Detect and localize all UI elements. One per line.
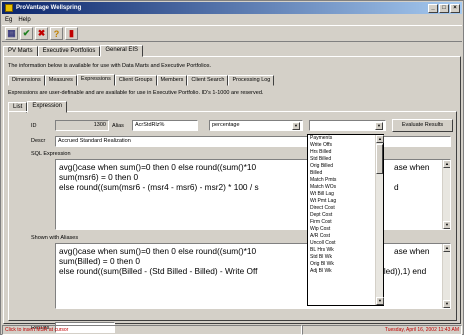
alias-line: sum(Billed) = 0 then 0: [59, 256, 140, 266]
tab-dimensions[interactable]: Dimensions: [8, 75, 45, 86]
sql-expression-label: SQL Expression: [31, 151, 71, 157]
expressions-description: Expressions are user-definable and are a…: [8, 90, 264, 96]
dropdown-item[interactable]: Match WOs: [310, 184, 375, 191]
book-icon[interactable]: ▮: [65, 27, 78, 40]
chevron-down-icon[interactable]: ▼: [375, 122, 383, 130]
description-input[interactable]: Accrued Standard Realization: [55, 136, 451, 147]
alias-line-tail: ase when: [394, 246, 430, 256]
format-value: percentage: [212, 122, 240, 128]
scroll-thumb[interactable]: [376, 144, 383, 174]
sql-line: else round((sum(msr6 - (msr4 - msr6) - m…: [59, 182, 259, 192]
status-hint: Click to insert MSR at cursor: [2, 325, 302, 335]
toolbar: ▦ ✔ ✖ ? ▮: [2, 25, 462, 42]
tab-general-eis[interactable]: General EIS: [100, 45, 144, 57]
measure-dropdown-list[interactable]: Payments Write Offs Hrs Billed Std Billed Or…: [307, 134, 384, 306]
dropdown-item[interactable]: A/R Cost: [310, 233, 375, 240]
scrollbar[interactable]: ▲ ▼: [375, 135, 384, 305]
dropdown-item[interactable]: Wt Bill Lag: [310, 191, 375, 198]
alias-input[interactable]: AcrStdRlz%: [132, 120, 198, 131]
evaluate-results-button[interactable]: Evaluate Results: [392, 119, 453, 132]
sql-expression-editor[interactable]: avg()case when sum()=0 then 0 else round…: [55, 159, 451, 230]
maximize-button[interactable]: □: [439, 3, 449, 13]
alias-expression-view: avg()case when sum()=0 then 0 else round…: [55, 243, 451, 309]
descr-label: Descr: [31, 138, 46, 144]
minimize-button[interactable]: _: [428, 3, 438, 13]
scroll-down-icon[interactable]: ▼: [443, 221, 450, 229]
check-icon[interactable]: ✔: [20, 27, 33, 40]
measure-value: [312, 122, 375, 129]
status-bar: Click to insert MSR at cursor Tuesday, A…: [2, 325, 462, 335]
tab-members[interactable]: Members: [156, 75, 188, 86]
id-field[interactable]: 1300: [55, 120, 109, 131]
sql-line-tail: d: [394, 182, 399, 192]
scroll-down-icon[interactable]: ▼: [376, 297, 384, 305]
dropdown-item[interactable]: Std Bl Wk: [310, 254, 375, 261]
dropdown-item[interactable]: Wt Pmt Lag: [310, 198, 375, 205]
status-datetime: Tuesday, April 16, 2002 11:43 AM: [302, 325, 462, 335]
tab-expressions[interactable]: Expressions: [76, 74, 115, 86]
app-logo-icon: [5, 4, 13, 12]
dropdown-item[interactable]: Uncoll Cost: [310, 240, 375, 247]
scroll-up-icon[interactable]: ▲: [443, 160, 450, 168]
app-window: ProVantage Wellspring _ □ × Eg Help ▦ ✔ …: [0, 0, 464, 335]
dropdown-item[interactable]: BL Hrs Wk: [310, 247, 375, 254]
shown-with-aliases-label: Shown with Aliases: [31, 235, 79, 241]
dropdown-item[interactable]: Dept Cost: [310, 212, 375, 219]
dropdown-item[interactable]: Match Pmts: [310, 177, 375, 184]
tab-measures[interactable]: Measures: [44, 75, 77, 86]
dropdown-item[interactable]: Write Offs: [310, 142, 375, 149]
menu-item-edit[interactable]: Eg: [5, 17, 12, 23]
x-icon[interactable]: ✖: [35, 27, 48, 40]
scroll-down-icon[interactable]: ▼: [443, 300, 450, 308]
dropdown-item[interactable]: Direct Cost: [310, 205, 375, 212]
alias-line-tail: lled)),1) end: [382, 266, 427, 276]
tab-expression[interactable]: Expression: [27, 101, 68, 113]
general-eis-panel: The information below is available for u…: [3, 56, 461, 333]
dropdown-items: Payments Write Offs Hrs Billed Std Billed Or…: [308, 135, 375, 305]
grid-icon[interactable]: ▦: [5, 27, 18, 40]
info-text: The information below is available for u…: [8, 63, 211, 69]
tab-client-search[interactable]: Client Search: [187, 75, 229, 86]
measure-select[interactable]: ▼: [309, 120, 386, 131]
tab-client-groups[interactable]: Client Groups: [114, 75, 157, 86]
dropdown-item[interactable]: Wip Cost: [310, 226, 375, 233]
scrollbar[interactable]: ▲ ▼: [442, 244, 450, 308]
title-bar: ProVantage Wellspring _ □ ×: [2, 2, 462, 14]
menu-item-help[interactable]: Help: [18, 17, 30, 23]
dropdown-item[interactable]: Firm Cost: [310, 219, 375, 226]
close-button[interactable]: ×: [450, 3, 460, 13]
alias-line: avg()case when sum()=0 then 0 else round…: [59, 246, 257, 256]
dropdown-item[interactable]: Orig Bl Wk: [310, 261, 375, 268]
format-select[interactable]: percentage ▼: [209, 120, 303, 131]
dropdown-item[interactable]: Std Billed: [310, 156, 375, 163]
id-label: ID: [31, 123, 37, 129]
tab-processing-log[interactable]: Processing Log: [228, 75, 275, 86]
dropdown-item[interactable]: Adj Bl Wk: [310, 268, 375, 275]
help-icon[interactable]: ?: [50, 27, 63, 40]
menu-bar: Eg Help: [2, 15, 462, 24]
inner-tabs: Dimensions Measures Expressions Client G…: [8, 74, 275, 86]
dropdown-item[interactable]: Payments: [310, 135, 375, 142]
dropdown-item[interactable]: Orig Billed: [310, 163, 375, 170]
sql-line: avg()case when sum()=0 then 0 else round…: [59, 162, 257, 172]
chevron-down-icon[interactable]: ▼: [292, 122, 300, 130]
dropdown-item[interactable]: Hrs Billed: [310, 149, 375, 156]
alias-label: Alias: [112, 123, 124, 129]
expression-form: ID 1300 Alias AcrStdRlz% percentage ▼ ▼ …: [8, 111, 457, 333]
scroll-up-icon[interactable]: ▲: [376, 135, 384, 143]
dropdown-item[interactable]: Billed: [310, 170, 375, 177]
sql-line: sum(msr6) = 0 then 0: [59, 172, 139, 182]
scrollbar[interactable]: ▲ ▼: [442, 160, 450, 229]
sql-line-tail: ase when: [394, 162, 430, 172]
window-title: ProVantage Wellspring: [16, 5, 82, 11]
scroll-up-icon[interactable]: ▲: [443, 244, 450, 252]
